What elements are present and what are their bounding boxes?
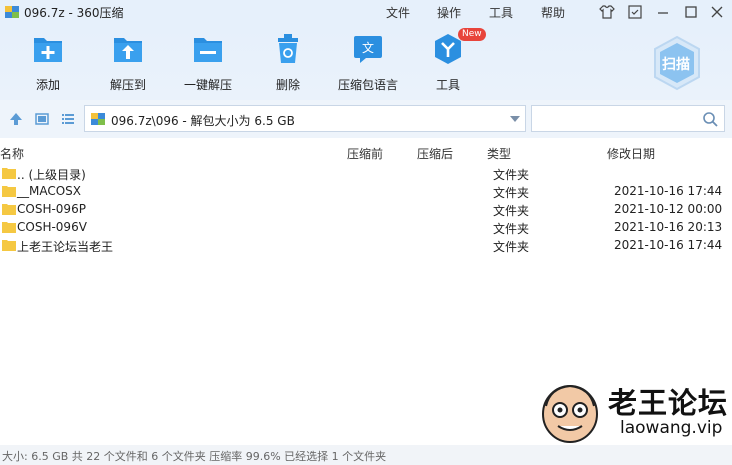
archive-language-icon: 文	[354, 36, 382, 63]
column-type[interactable]: 类型	[487, 145, 511, 162]
one-click-extract-button[interactable]: 一键解压	[168, 32, 248, 94]
column-name[interactable]: 名称	[0, 145, 24, 162]
menu-help[interactable]: 帮助	[541, 4, 565, 21]
folder-icon	[2, 204, 16, 215]
close-icon[interactable]	[708, 3, 726, 21]
one-click-extract-label: 一键解压	[183, 78, 232, 92]
extract-to-icon	[114, 38, 142, 62]
app-icon	[5, 6, 19, 18]
menu-tools[interactable]: 工具	[489, 4, 513, 21]
list-item[interactable]: 上老王论坛当老王 文件夹 2021-10-16 17:44	[0, 237, 732, 255]
column-packed[interactable]: 压缩前	[347, 145, 383, 162]
status-bar: 大小: 6.5 GB 共 22 个文件和 6 个文件夹 压缩率 99.6% 已经…	[0, 445, 732, 465]
address-path-text: 096.7z\096 - 解包大小为 6.5 GB	[111, 114, 295, 128]
maximize-icon[interactable]	[682, 3, 700, 21]
add-label: 添加	[35, 78, 60, 92]
list-view-icon[interactable]	[60, 111, 76, 127]
column-modified[interactable]: 修改日期	[607, 145, 655, 162]
column-header: 名称 压缩前 压缩后 类型 修改日期	[0, 143, 732, 163]
folder-icon	[2, 168, 16, 179]
one-click-extract-icon	[194, 38, 222, 62]
title-bar: 096.7z - 360压缩 文件 操作 工具 帮助	[0, 0, 732, 24]
search-input[interactable]	[531, 105, 725, 132]
status-text: 大小: 6.5 GB 共 22 个文件和 6 个文件夹 压缩率 99.6% 已经…	[2, 450, 387, 463]
menu-file[interactable]: 文件	[386, 4, 410, 21]
list-item[interactable]: COSH-096P 文件夹 2021-10-12 00:00	[0, 201, 732, 219]
svg-text:文: 文	[362, 40, 374, 55]
up-arrow-icon[interactable]	[8, 111, 24, 127]
address-path-field[interactable]: 096.7z\096 - 解包大小为 6.5 GB	[84, 105, 526, 132]
watermark-title: 老王论坛	[608, 386, 729, 420]
list-item[interactable]: .. (上级目录) 文件夹	[0, 165, 732, 183]
list-item[interactable]: COSH-096V 文件夹 2021-10-16 20:13	[0, 219, 732, 237]
delete-button[interactable]: 删除	[248, 32, 328, 94]
archive-language-label: 压缩包语言	[337, 78, 398, 92]
menu-operate[interactable]: 操作	[437, 4, 461, 21]
new-badge: New	[458, 28, 486, 41]
skin-shirt-icon[interactable]	[598, 3, 616, 21]
delete-icon	[278, 34, 298, 63]
toolbar: 添加 解压到 一键解压 删除 文 压缩包语言 New 工具 扫描	[0, 24, 732, 100]
scan-label: 扫描	[662, 57, 690, 73]
settings-icon[interactable]	[626, 3, 644, 21]
address-bar-row: 096.7z\096 - 解包大小为 6.5 GB	[0, 100, 732, 138]
watermark-url: laowang.vip	[620, 418, 723, 438]
delete-label: 删除	[275, 78, 300, 92]
archive-icon	[91, 113, 105, 125]
add-icon	[34, 38, 62, 62]
minimize-icon[interactable]	[654, 3, 672, 21]
thumbnail-view-icon[interactable]	[34, 111, 50, 127]
folder-icon	[2, 186, 16, 197]
extract-to-button[interactable]: 解压到	[88, 32, 168, 94]
watermark-avatar	[542, 384, 598, 443]
window-title: 096.7z - 360压缩	[24, 6, 124, 20]
add-button[interactable]: 添加	[8, 32, 88, 94]
extract-to-label: 解压到	[109, 78, 146, 92]
folder-icon	[2, 240, 16, 251]
tools-button[interactable]: New 工具	[408, 28, 488, 94]
archive-language-button[interactable]: 文 压缩包语言	[328, 32, 408, 94]
search-icon[interactable]	[702, 111, 718, 127]
scan-button[interactable]: 扫描	[650, 34, 704, 92]
folder-icon	[2, 222, 16, 233]
tools-label: 工具	[435, 78, 460, 92]
chevron-down-icon[interactable]	[509, 114, 521, 124]
column-compressed[interactable]: 压缩后	[417, 145, 453, 162]
list-item[interactable]: __MACOSX 文件夹 2021-10-16 17:44	[0, 183, 732, 201]
